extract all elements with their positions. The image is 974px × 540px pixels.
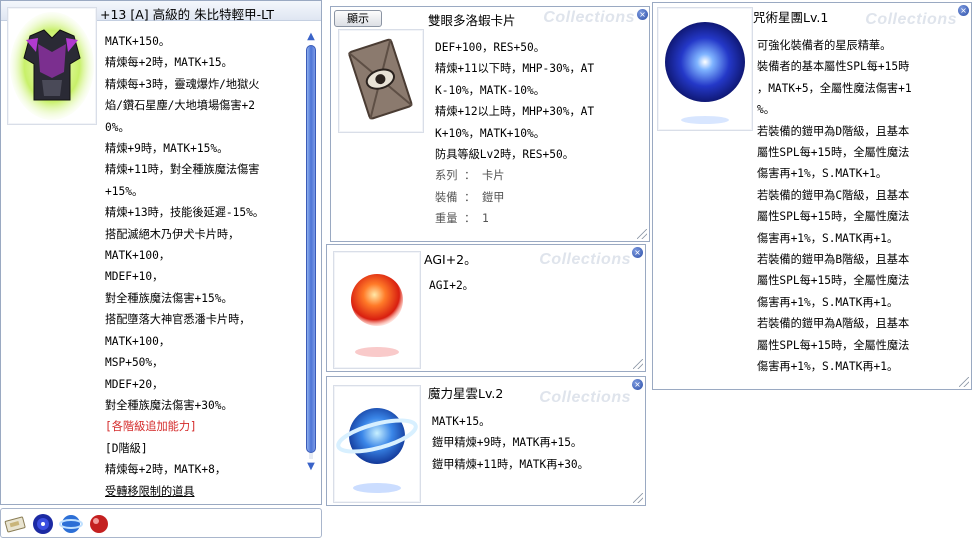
close-icon[interactable]: × <box>958 5 969 16</box>
blue-orb-icon[interactable] <box>31 513 55 535</box>
collections-watermark: Collections <box>539 389 631 406</box>
close-icon[interactable]: × <box>632 247 643 258</box>
description-line: 若裝備的鎧甲為C階級，且基本 <box>757 188 910 202</box>
resize-grip-icon[interactable] <box>633 359 643 369</box>
description-line: 屬性SPL每+15時，全屬性魔法 <box>757 338 910 352</box>
description-line: %。 <box>757 103 775 117</box>
description-line: DEF+100，RES+50。 <box>435 41 545 54</box>
card-description: DEF+100，RES+50。精煉+11以下時，MHP-30%，AT K-10%，… <box>435 37 594 230</box>
description-line: 精煉每+2時，MATK+15。 <box>105 56 233 70</box>
nebula-description: MATK+15。鎧甲精煉+9時，MATK再+15。 鎧甲精煉+11時，MATK再+… <box>432 411 589 475</box>
description-line: 鎧甲精煉+11時，MATK再+30。 <box>432 457 589 471</box>
collections-watermark: Collections <box>865 11 957 28</box>
description-line: 系列 ： 卡片 <box>435 169 505 183</box>
agi-window: AGI+2。 Collections × AGI+2。 <box>326 244 646 372</box>
description-line: 傷害再+1%，S.MATK再+1。 <box>757 295 899 309</box>
equipment-title: +13 [A] 高級的 朱比特輕甲-LT <box>100 7 274 22</box>
eye-card-icon <box>348 38 413 120</box>
nebula-window: 魔力星雲Lv.2 Collections × MATK+15。鎧甲精煉+9時，M… <box>326 376 646 506</box>
description-line: MSP+50%， <box>105 356 164 370</box>
description-line: 傷害再+1%，S.MATK再+1。 <box>757 231 899 245</box>
description-line: 屬性SPL每+15時，全屬性魔法 <box>757 274 910 288</box>
description-line: 精煉+11以下時，MHP-30%，AT <box>435 62 595 76</box>
resize-grip-icon[interactable] <box>633 493 643 503</box>
description-line: ，MATK+5，全屬性魔法傷害+1 <box>757 81 912 95</box>
card-title: 雙眼多洛蝦卡片 <box>428 13 516 28</box>
description-line: 精煉每+3時，靈魂爆炸/地獄火 <box>105 77 260 91</box>
description-line: 若裝備的鎧甲為D階級，且基本 <box>757 124 910 138</box>
description-line: 對全種族魔法傷害+30%。 <box>105 398 233 412</box>
blue-planet-icon <box>336 408 418 493</box>
description-line: 精煉+11時，對全種族魔法傷害 <box>105 163 260 177</box>
description-line: 傷害再+1%，S.MATK+1。 <box>757 167 888 181</box>
equipment-image <box>7 7 97 125</box>
description-line: 裝備者的基本屬性SPL每+15時 <box>757 60 910 74</box>
description-line: 裝備 ： 鎧甲 <box>435 190 505 204</box>
spell-window: 咒術星團Lv.1 Collections × 可強化裝備者的星辰精華。裝備者的基… <box>652 2 972 390</box>
description-line: MDEF+10， <box>105 270 164 284</box>
close-icon[interactable]: × <box>632 379 643 390</box>
description-line: 焰/鑽石星塵/大地墳場傷害+2 <box>105 99 256 113</box>
description-line: 精煉+12以上時，MHP+30%，AT <box>435 105 595 119</box>
card-item-icon[interactable] <box>3 513 27 535</box>
collections-watermark: Collections <box>539 251 631 268</box>
description-line: 防具等級Lv2時，RES+50。 <box>435 148 574 162</box>
equipment-scrollbar[interactable]: ▲ ▼ <box>305 31 317 473</box>
description-line: K+10%，MATK+10%。 <box>435 126 545 140</box>
show-button[interactable]: 顯示 <box>334 10 382 27</box>
collections-watermark: Collections <box>543 9 635 26</box>
nebula-image <box>333 385 421 503</box>
description-line: 精煉+13時，技能後延遲-15%。 <box>105 206 265 220</box>
description-line: 對全種族魔法傷害+15%。 <box>105 291 233 305</box>
description-line: 若裝備的鎧甲為A階級，且基本 <box>757 317 910 331</box>
description-line: 屬性SPL每+15時，全屬性魔法 <box>757 146 910 160</box>
scroll-thumb[interactable] <box>306 45 316 453</box>
red-orb-icon[interactable] <box>87 513 111 535</box>
description-line: K-10%，MATK-10%。 <box>435 83 545 97</box>
description-line: AGI+2。 <box>429 279 474 292</box>
description-line: 搭配墮落大神官悉潘卡片時， <box>105 313 251 327</box>
equipment-window: +13 [A] 高級的 朱比特輕甲-LT MATK+150。精煉每+2時，MAT… <box>0 0 322 505</box>
description-line: 搭配滅絕木乃伊犬卡片時， <box>105 227 240 241</box>
description-line: 鎧甲精煉+9時，MATK再+15。 <box>432 436 583 450</box>
description-line: 精煉每+2時，MATK+8， <box>105 463 227 477</box>
spell-title: 咒術星團Lv.1 <box>753 10 829 25</box>
description-line: [D階級] <box>105 441 148 455</box>
spell-description: 可強化裝備者的星辰精華。裝備者的基本屬性SPL每+15時 ，MATK+5，全屬性魔… <box>757 35 912 378</box>
description-line: MATK+150。 <box>105 35 171 48</box>
description-line: 可強化裝備者的星辰精華。 <box>757 39 892 52</box>
description-line: 0%。 <box>105 120 130 134</box>
resize-grip-icon[interactable] <box>637 229 647 239</box>
resize-grip-icon[interactable] <box>959 377 969 387</box>
spell-image <box>657 7 753 131</box>
equipment-description: MATK+150。精煉每+2時，MATK+15。精煉每+3時，靈魂爆炸/地獄火焰… <box>105 31 264 502</box>
description-line: 若裝備的鎧甲為B階級，且基本 <box>757 253 910 267</box>
scroll-up-icon[interactable]: ▲ <box>305 31 317 43</box>
description-line: MDEF+20， <box>105 377 164 391</box>
card-window: 雙眼多洛蝦卡片 Collections × 顯示 DEF+100，RES+50。… <box>330 6 650 242</box>
description-line: [各階級追加能力] <box>105 420 197 434</box>
agi-title: AGI+2。 <box>424 252 477 267</box>
description-line: MATK+15。 <box>432 415 491 428</box>
description-line: MATK+100， <box>105 249 171 263</box>
agi-image <box>333 251 421 369</box>
blue-planet-icon[interactable] <box>59 513 83 535</box>
description-line: MATK+100， <box>105 334 171 348</box>
red-orb-icon <box>351 274 403 357</box>
description-line[interactable]: 受轉移限制的道具 <box>105 481 264 502</box>
agi-description: AGI+2。 <box>429 275 474 296</box>
description-line: 傷害再+1%，S.MATK再+1。 <box>757 360 899 374</box>
star-cluster-icon <box>665 22 745 124</box>
nebula-title: 魔力星雲Lv.2 <box>428 386 504 401</box>
description-line: +15%。 <box>105 184 144 198</box>
item-tray <box>0 508 322 538</box>
card-image <box>338 29 424 133</box>
description-line: 屬性SPL每+15時，全屬性魔法 <box>757 210 910 224</box>
armor-icon <box>10 12 94 120</box>
close-icon[interactable]: × <box>637 9 648 20</box>
description-line: 重量 ： 1 <box>435 212 489 226</box>
description-line: 精煉+9時，MATK+15%。 <box>105 142 229 156</box>
scroll-down-icon[interactable]: ▼ <box>305 461 317 473</box>
